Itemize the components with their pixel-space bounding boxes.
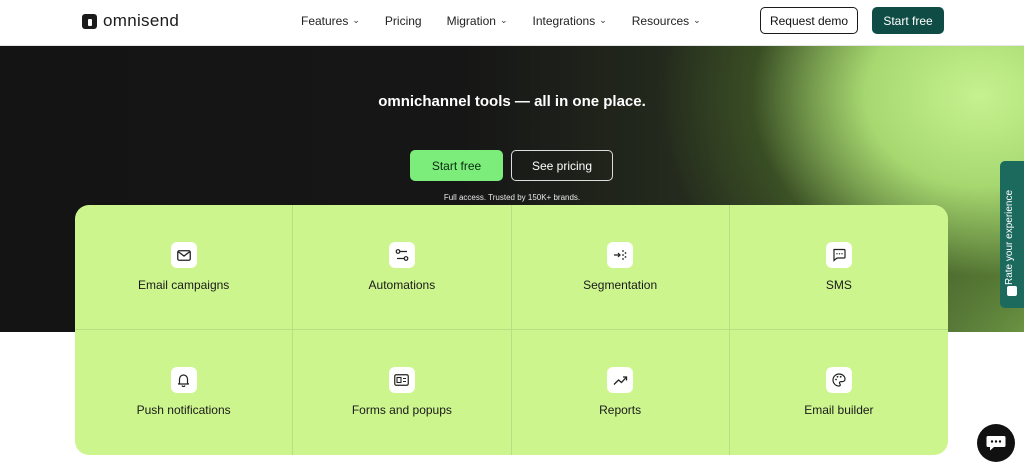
bell-icon	[170, 367, 197, 393]
segmentation-icon	[607, 242, 634, 268]
nav-start-free-button[interactable]: Start free	[872, 7, 944, 34]
feature-segmentation[interactable]: Segmentation	[511, 205, 730, 330]
feature-label: Automations	[368, 278, 436, 292]
feature-label: Reports	[599, 403, 642, 417]
feedback-icon	[1007, 286, 1017, 296]
feature-grid: Email campaigns Automations Segmentation…	[75, 205, 948, 455]
menu-item-label: Pricing	[384, 14, 422, 28]
menu-item-integrations[interactable]: Integrations ⌄	[533, 13, 607, 29]
hero-tagline: omnichannel tools — all in one place.	[378, 93, 646, 110]
feature-label: Push notifications	[136, 403, 231, 417]
rate-experience-tab[interactable]: Rate your experience	[1000, 161, 1024, 308]
palette-icon	[825, 367, 852, 393]
feature-label: SMS	[825, 278, 852, 292]
chat-bubble-icon	[986, 436, 1006, 451]
see-pricing-button[interactable]: See pricing	[511, 150, 613, 181]
chevron-down-icon: ⌄	[352, 14, 360, 25]
hero-start-free-button[interactable]: Start free	[410, 150, 503, 181]
menu-item-label: Resources	[631, 14, 690, 28]
request-demo-button[interactable]: Request demo	[760, 7, 858, 34]
menu-item-migration[interactable]: Migration ⌄	[447, 13, 508, 29]
rate-experience-label: Rate your experience	[1004, 189, 1015, 285]
feature-label: Email campaigns	[137, 278, 230, 292]
trend-icon	[607, 367, 634, 393]
feature-label: Forms and popups	[351, 403, 452, 417]
feature-automations[interactable]: Automations	[293, 205, 512, 330]
feature-reports[interactable]: Reports	[512, 330, 730, 455]
logo-text: omnisend	[103, 11, 180, 30]
chevron-down-icon: ⌄	[693, 14, 701, 25]
feature-sms[interactable]: SMS	[729, 205, 948, 330]
chevron-down-icon: ⌄	[499, 14, 508, 25]
feature-label: Email builder	[804, 403, 874, 417]
menu-item-label: Migration	[446, 14, 496, 28]
feature-label: Segmentation	[583, 278, 658, 292]
trusted-by-text: Full access. Trusted by 150K+ brands.	[443, 193, 581, 202]
sms-icon	[825, 242, 852, 268]
automation-icon	[388, 242, 415, 268]
feature-push-notifications[interactable]: Push notifications	[75, 330, 294, 455]
feature-email-campaigns[interactable]: Email campaigns	[75, 205, 294, 330]
form-icon	[388, 367, 415, 393]
mail-icon	[170, 242, 197, 268]
top-navigation: omnisend Features ⌄ Pricing Migration ⌄ …	[0, 0, 1024, 46]
menu-item-label: Integrations	[532, 14, 596, 28]
menu-item-label: Features	[301, 14, 349, 28]
chat-launcher-button[interactable]	[977, 424, 1015, 462]
menu-item-resources[interactable]: Resources ⌄	[632, 13, 701, 29]
omnisend-logo[interactable]: omnisend	[82, 10, 179, 32]
menu-item-features[interactable]: Features ⌄	[301, 13, 360, 29]
menu-item-pricing[interactable]: Pricing	[385, 13, 422, 29]
chevron-down-icon: ⌄	[599, 14, 607, 25]
feature-forms-and-popups[interactable]: Forms and popups	[293, 330, 512, 455]
feature-email-builder[interactable]: Email builder	[730, 330, 948, 455]
main-menu: Features ⌄ Pricing Migration ⌄ Integrati…	[301, 13, 726, 29]
logo-mark-icon	[82, 13, 97, 29]
